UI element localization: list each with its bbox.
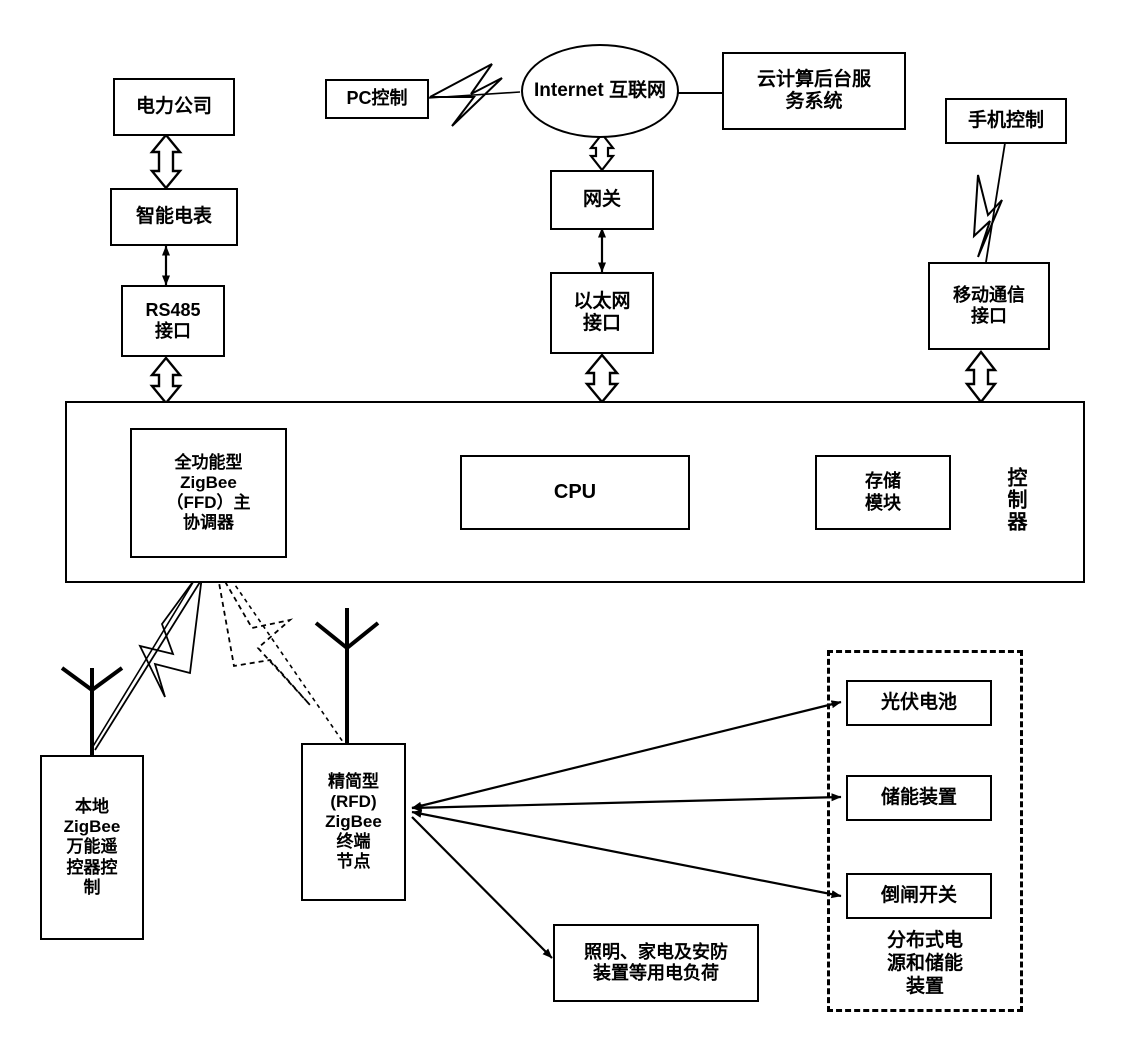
node-power-company[interactable]: 电力公司 [113,78,235,136]
node-smart-meter[interactable]: 智能电表 [110,188,238,246]
node-rfd-end-node[interactable]: 精简型 (RFD) ZigBee 终端 节点 [301,743,406,901]
node-storage-module-label: 存储 模块 [865,471,901,513]
node-cloud-service[interactable]: 云计算后台服 务系统 [722,52,906,130]
node-switch-gear-label: 倒闸开关 [880,884,957,906]
node-pc-control[interactable]: PC控制 [325,79,429,119]
node-power-company-label: 电力公司 [135,95,212,117]
node-cpu-label: CPU [553,480,597,503]
hollow-arrow-ethernet-controller [584,353,620,404]
node-internet-cloud[interactable]: Internet 互联网 [521,44,679,138]
node-mobile-control-label: 手机控制 [967,109,1044,131]
wireless-link-mobile [972,142,1006,263]
node-smart-meter-label: 智能电表 [135,205,212,227]
arrow-rfd-pv [411,700,842,810]
node-cloud-service-label: 云计算后台服 务系统 [756,68,871,112]
node-gateway-label: 网关 [582,188,621,210]
wireless-link-ffd-rfd [215,565,344,743]
arrow-rfd-loads [411,816,553,959]
antenna-icon-rfd [314,608,380,744]
node-ethernet-interface-label: 以太网 接口 [573,290,631,334]
node-local-zigbee-remote-label: 本地 ZigBee 万能遥 控器控 制 [63,797,121,897]
wireless-link-ffd-local-remote [91,564,211,751]
node-electric-loads[interactable]: 照明、家电及安防 装置等用电负荷 [553,924,759,1002]
hollow-arrow-power-meter [149,133,183,190]
wireless-link-pc-internet [427,63,521,127]
node-electric-loads-label: 照明、家电及安防 装置等用电负荷 [584,941,728,983]
hollow-arrow-rs485-controller [149,356,183,405]
node-pc-control-label: PC控制 [346,88,408,109]
node-rfd-end-node-label: 精简型 (RFD) ZigBee 终端 节点 [325,771,382,872]
hollow-arrow-mobile-controller [964,350,998,404]
antenna-icon-local [60,666,124,756]
node-internet-cloud-label: Internet 互联网 [534,79,666,101]
node-rs485-interface[interactable]: RS485 接口 [121,285,225,357]
node-mobile-interface-label: 移动通信 接口 [953,284,1025,326]
node-ffd-coordinator-label: 全功能型 ZigBee （FFD）主 协调器 [166,452,251,533]
node-ffd-coordinator[interactable]: 全功能型 ZigBee （FFD）主 协调器 [130,428,287,558]
node-storage-module[interactable]: 存储 模块 [815,455,951,530]
node-mobile-control[interactable]: 手机控制 [945,98,1067,144]
diagram-canvas: 控制器 分布式电 源和储能 装置 电力公司 智能电表 RS485 接口 PC控制… [0,0,1125,1059]
controller-label: 控制器 [1004,467,1026,533]
node-mobile-interface[interactable]: 移动通信 接口 [928,262,1050,350]
node-pv-battery-label: 光伏电池 [880,691,957,713]
arrow-rfd-storage [411,793,842,812]
hollow-arrow-internet-gateway [588,132,616,172]
node-rs485-interface-label: RS485 接口 [145,299,201,341]
arrow-rfd-switch [411,809,842,899]
node-cpu[interactable]: CPU [460,455,690,530]
node-pv-battery[interactable]: 光伏电池 [846,680,992,726]
node-energy-storage[interactable]: 储能装置 [846,775,992,821]
line-internet-cloudservice [671,79,722,107]
node-local-zigbee-remote[interactable]: 本地 ZigBee 万能遥 控器控 制 [40,755,144,940]
distributed-generation-label: 分布式电 源和储能 装置 [886,930,963,997]
node-energy-storage-label: 储能装置 [880,786,957,808]
node-switch-gear[interactable]: 倒闸开关 [846,873,992,919]
node-gateway[interactable]: 网关 [550,170,654,230]
node-ethernet-interface[interactable]: 以太网 接口 [550,272,654,354]
